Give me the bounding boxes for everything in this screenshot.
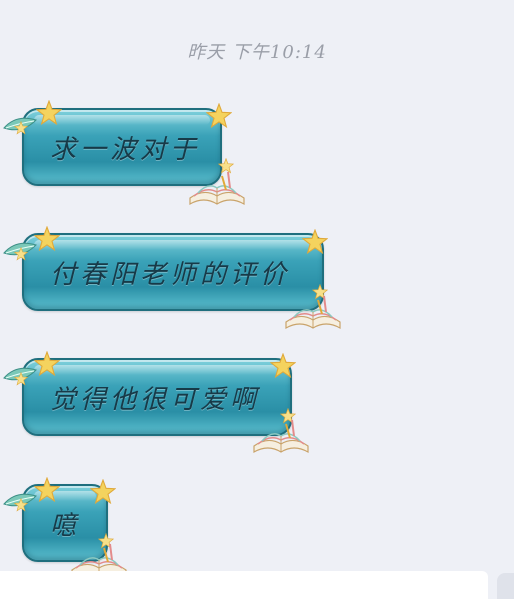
message-text: 觉得他很可爱啊 bbox=[50, 385, 261, 415]
star-icon bbox=[14, 372, 28, 386]
star-icon bbox=[34, 351, 60, 377]
message-bubble[interactable]: 付春阳老师的评价 bbox=[22, 233, 324, 311]
message-text: 付春阳老师的评价 bbox=[50, 260, 291, 290]
star-icon bbox=[302, 229, 328, 255]
star-icon bbox=[90, 479, 116, 505]
star-icon bbox=[34, 477, 60, 503]
star-icon bbox=[270, 353, 296, 379]
star-icon bbox=[14, 121, 28, 135]
input-side-button[interactable] bbox=[497, 573, 514, 599]
star-icon bbox=[14, 247, 28, 261]
star-icon bbox=[36, 100, 62, 126]
message-text: 求一波对于 bbox=[50, 135, 201, 165]
book-icon bbox=[250, 416, 312, 456]
message-timestamp: 昨天 下午10:14 bbox=[187, 42, 327, 63]
message-text: 噫 bbox=[50, 511, 81, 541]
book-icon bbox=[282, 292, 344, 332]
star-icon bbox=[206, 103, 232, 129]
book-icon bbox=[186, 168, 248, 208]
star-icon bbox=[34, 226, 60, 252]
message-input-bar[interactable] bbox=[0, 571, 488, 599]
star-icon bbox=[14, 498, 28, 512]
